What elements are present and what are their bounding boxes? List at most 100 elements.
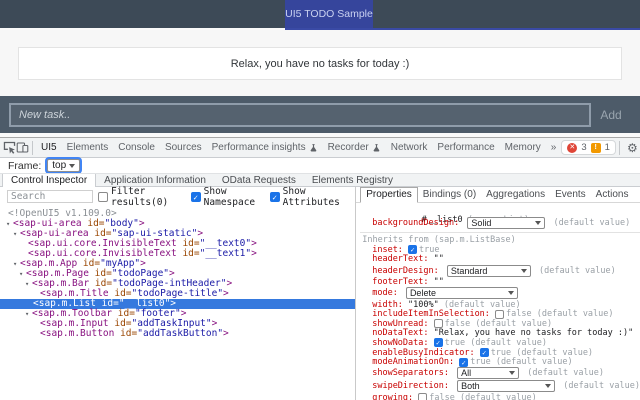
inspector-tab-aggregations[interactable]: Aggregations bbox=[481, 188, 550, 202]
inspector-tab-events[interactable]: Events bbox=[550, 188, 591, 202]
warning-count: 1 bbox=[605, 142, 610, 153]
panel-tab-control-inspector[interactable]: Control Inspector bbox=[2, 174, 96, 187]
devtools-tab-label: Performance bbox=[437, 142, 494, 153]
property-select-backgroundDesign[interactable]: Solid bbox=[467, 217, 545, 229]
tree-node-addtaskbutton[interactable]: <sap.m.Button id="addTaskButton"> bbox=[0, 329, 355, 339]
devtools-tab-label: UI5 bbox=[41, 142, 57, 153]
attr-name: id= bbox=[177, 248, 200, 259]
selected-value: All bbox=[461, 368, 471, 378]
property-name: footerText: bbox=[372, 277, 433, 287]
selected-value: Both bbox=[461, 381, 480, 391]
property-select-mode[interactable]: Delete bbox=[406, 287, 518, 299]
settings-gear-icon[interactable]: ⚙ bbox=[623, 141, 640, 155]
object-inspector-pane: PropertiesBindings (0)AggregationsEvents… bbox=[356, 187, 640, 400]
browser-tab[interactable]: UI5 TODO Sample bbox=[285, 0, 373, 28]
show-attributes-checkbox[interactable]: ✓ bbox=[270, 192, 280, 202]
property-name: mode: bbox=[372, 288, 403, 298]
selected-value: Delete bbox=[410, 288, 436, 298]
panel-tab-odata-requests[interactable]: OData Requests bbox=[214, 174, 304, 186]
property-checkbox-showUnread[interactable] bbox=[434, 319, 443, 328]
property-value: true bbox=[445, 338, 465, 348]
property-includeItemInSelection: includeItemInSelection: false (default v… bbox=[360, 309, 640, 319]
property-checkbox-enableBusyIndicator[interactable]: ✓ bbox=[480, 348, 489, 357]
tree-filter-bar: Filter results(0) ✓ Show Namespace ✓ Sho… bbox=[0, 187, 355, 206]
property-checkbox-includeItemInSelection[interactable] bbox=[495, 310, 504, 319]
page-title: UI5 TODO Sample bbox=[285, 8, 373, 20]
default-note: (default value) bbox=[558, 381, 640, 391]
property-backgroundDesign: backgroundDesign: Solid (default value) bbox=[360, 216, 640, 229]
show-namespace-option[interactable]: ✓ Show Namespace bbox=[191, 186, 265, 208]
search-input[interactable] bbox=[7, 190, 93, 203]
property-select-showSeparators[interactable]: All bbox=[457, 367, 519, 379]
show-namespace-checkbox[interactable]: ✓ bbox=[191, 192, 201, 202]
chevron-down-icon bbox=[69, 164, 75, 168]
app-footer-toolbar: Add bbox=[0, 96, 640, 133]
show-attributes-option[interactable]: ✓ Show Attributes bbox=[270, 186, 349, 208]
inspect-element-icon[interactable] bbox=[3, 139, 16, 157]
devtools-tab-console[interactable]: Console bbox=[113, 138, 160, 158]
filter-results-label: Filter results(0) bbox=[111, 186, 186, 208]
inspector-tab-bindings-0-[interactable]: Bindings (0) bbox=[418, 188, 481, 202]
filter-results-option[interactable]: Filter results(0) bbox=[98, 186, 186, 208]
property-name: enableBusyIndicator: bbox=[372, 348, 479, 358]
property-name: swipeDirection: bbox=[372, 381, 454, 391]
property-checkbox-modeAnimationOn[interactable]: ✓ bbox=[459, 358, 468, 367]
more-tabs-chevron[interactable]: » bbox=[546, 138, 562, 158]
property-value: false bbox=[506, 309, 532, 319]
browser-titlebar: UI5 TODO Sample bbox=[0, 0, 640, 28]
panel-tab-elements-registry[interactable]: Elements Registry bbox=[304, 174, 401, 186]
frame-select[interactable]: top bbox=[47, 159, 80, 172]
dropdown-caret-icon bbox=[545, 384, 551, 388]
devtools-tab-label: Console bbox=[118, 142, 155, 153]
dropdown-caret-icon bbox=[521, 269, 527, 273]
property-select-swipeDirection[interactable]: Both bbox=[457, 380, 555, 392]
property-name: headerDesign: bbox=[372, 266, 444, 276]
tag-open: <sap.m.Button bbox=[40, 328, 114, 339]
devtools-tab-label: Recorder bbox=[328, 142, 369, 153]
device-toolbar-icon[interactable] bbox=[16, 139, 29, 157]
inspector-tab-properties[interactable]: Properties bbox=[360, 187, 418, 203]
expand-arrow-icon[interactable]: ▾ bbox=[13, 229, 20, 239]
property-checkbox-growing[interactable] bbox=[418, 393, 427, 400]
attr-value: "__text1" bbox=[200, 248, 251, 259]
expand-arrow-icon[interactable]: ▾ bbox=[25, 279, 32, 289]
devtools-tab-label: Network bbox=[391, 142, 428, 153]
property-showNoData: showNoData: ✓true (default value) bbox=[360, 338, 640, 348]
issues-badge[interactable]: ✕ 3 ! 1 bbox=[561, 140, 616, 155]
no-data-text: Relax, you have no tasks for today :) bbox=[231, 58, 410, 70]
devtools-tab-memory[interactable]: Memory bbox=[500, 138, 546, 158]
toolbar-divider bbox=[32, 141, 33, 155]
add-task-button[interactable]: Add bbox=[591, 108, 631, 122]
devtools-tab-label: Sources bbox=[165, 142, 202, 153]
filter-results-checkbox[interactable] bbox=[98, 192, 108, 202]
devtools-tab-sources[interactable]: Sources bbox=[160, 138, 207, 158]
property-enableBusyIndicator: enableBusyIndicator: ✓true (default valu… bbox=[360, 348, 640, 358]
devtools-tab-network[interactable]: Network bbox=[386, 138, 433, 158]
panel-tab-application-information[interactable]: Application Information bbox=[96, 174, 214, 186]
tag-close: > bbox=[223, 288, 229, 299]
devtools-tab-strip: UI5 Elements Console Sources Performance ins… bbox=[36, 138, 546, 158]
todo-list-empty: Relax, you have no tasks for today :) bbox=[18, 47, 622, 80]
devtools-tab-ui5[interactable]: UI5 bbox=[36, 138, 62, 158]
property-name: headerText: bbox=[372, 254, 433, 264]
devtools-tab-performance-insights[interactable]: Performance insights bbox=[207, 138, 323, 158]
expand-arrow-icon[interactable]: ▾ bbox=[13, 259, 20, 269]
property-checkbox-showNoData[interactable]: ✓ bbox=[434, 338, 443, 347]
property-checkbox-inset[interactable]: ✓ bbox=[408, 245, 417, 254]
devtools-tab-performance[interactable]: Performance bbox=[432, 138, 499, 158]
inspector-tabs: PropertiesBindings (0)AggregationsEvents… bbox=[356, 187, 640, 203]
property-inset: inset: ✓true bbox=[360, 245, 640, 255]
property-select-headerDesign[interactable]: Standard bbox=[447, 265, 531, 277]
property-name: width: bbox=[372, 300, 408, 310]
default-note: (default value) bbox=[465, 338, 547, 348]
expand-arrow-icon[interactable]: ▾ bbox=[19, 269, 26, 279]
default-note: (default value) bbox=[439, 300, 521, 310]
property-value: true bbox=[419, 245, 439, 255]
property-showUnread: showUnread: false (default value) bbox=[360, 319, 640, 329]
inspector-tab-actions[interactable]: Actions bbox=[591, 188, 634, 202]
devtools-tab-recorder[interactable]: Recorder bbox=[323, 138, 386, 158]
expand-arrow-icon[interactable]: ▾ bbox=[6, 219, 13, 229]
devtools-tab-elements[interactable]: Elements bbox=[62, 138, 114, 158]
new-task-input[interactable] bbox=[9, 103, 591, 127]
expand-arrow-icon[interactable]: ▾ bbox=[25, 309, 32, 319]
